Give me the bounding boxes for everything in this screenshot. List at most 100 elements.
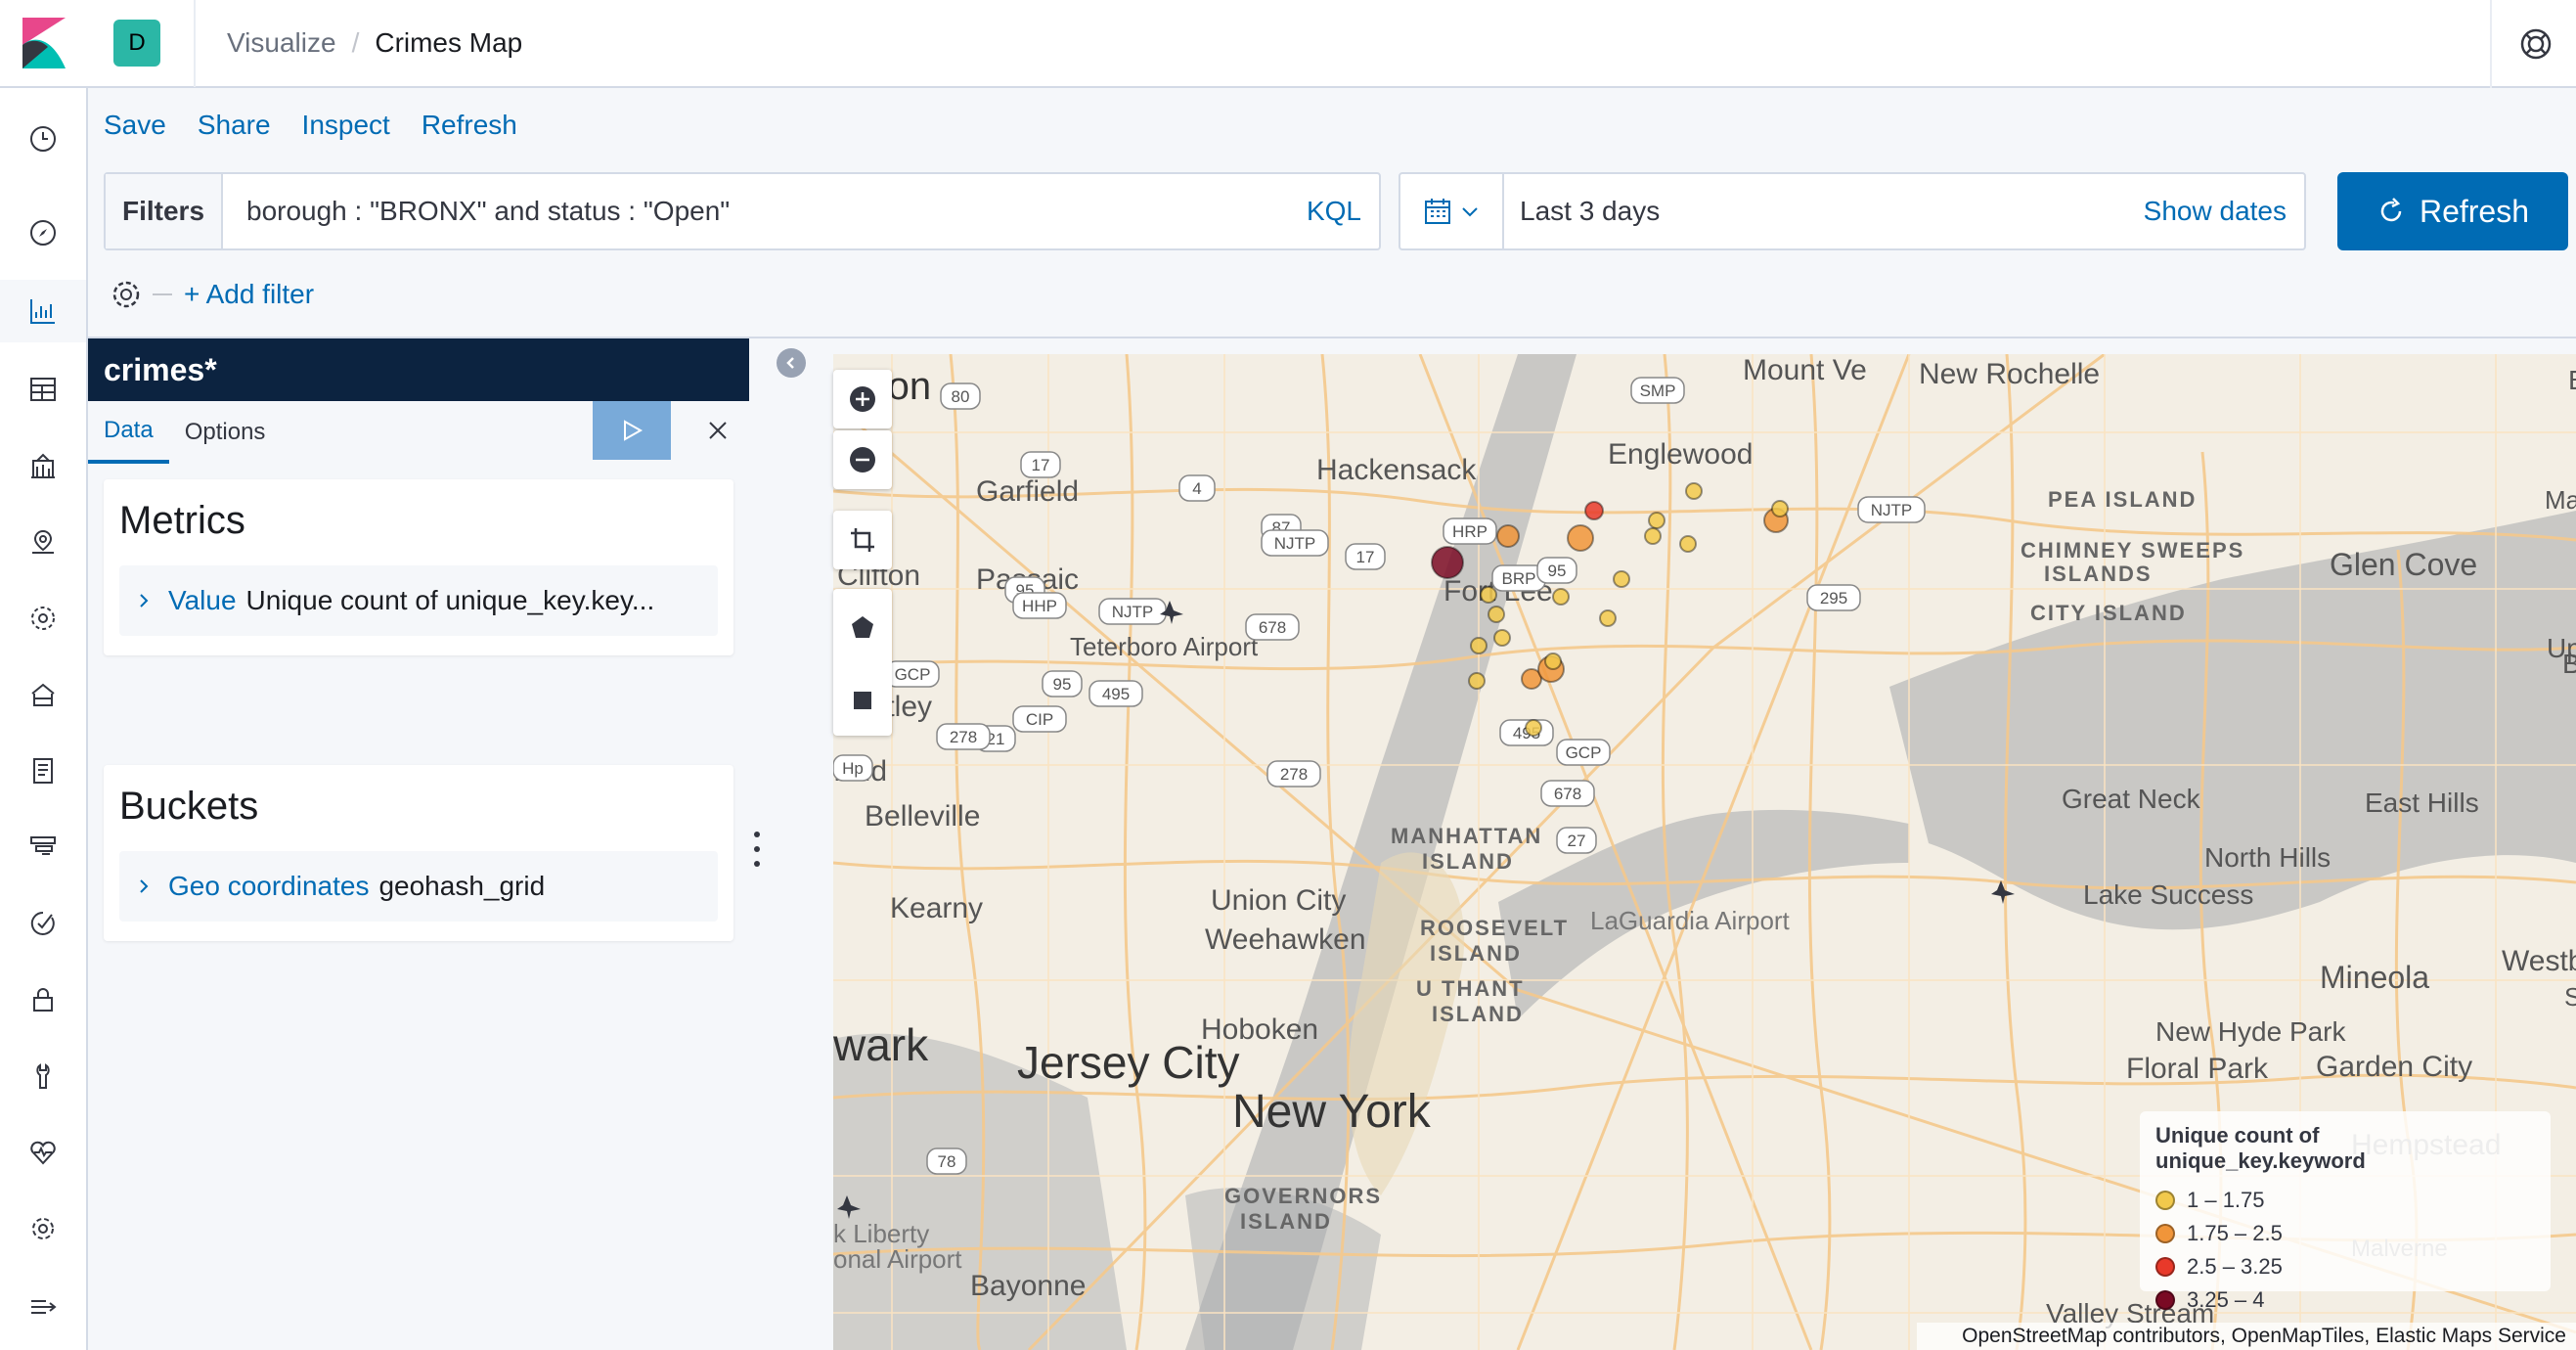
svg-text:495: 495	[1102, 685, 1130, 703]
chevron-right-icon[interactable]	[119, 878, 168, 894]
metrics-panel: Metrics Value Unique count of unique_key…	[104, 479, 733, 655]
legend-label: 1 – 1.75	[2187, 1188, 2265, 1212]
zoom-in-button[interactable]	[833, 370, 892, 428]
tab-options[interactable]: Options	[169, 401, 282, 464]
share-button[interactable]: Share	[198, 110, 271, 141]
geohash-point[interactable]	[1567, 524, 1594, 552]
metric-agg-type: Value	[168, 585, 237, 615]
show-dates-button[interactable]: Show dates	[2144, 196, 2304, 227]
bucket-actions-menu[interactable]	[747, 828, 767, 871]
geohash-point[interactable]	[1544, 652, 1562, 670]
filter-options-button[interactable]	[104, 272, 149, 317]
geohash-point[interactable]	[1584, 501, 1604, 520]
geohash-point[interactable]	[1496, 524, 1520, 548]
nav-logs[interactable]	[0, 740, 86, 802]
nav-recent[interactable]	[0, 108, 86, 170]
metric-agg-description: Unique count of unique_key.key...	[245, 585, 655, 615]
nav-dev-tools[interactable]	[0, 1045, 86, 1107]
nav-management[interactable]	[0, 1197, 86, 1260]
geohash-point[interactable]	[1771, 500, 1789, 518]
canvas-icon	[31, 453, 55, 478]
nav-ml[interactable]	[0, 587, 86, 650]
discard-changes-button[interactable]	[688, 401, 747, 460]
road-shield: 4	[1178, 474, 1216, 502]
nav-discover[interactable]	[0, 202, 86, 264]
index-pattern-title: crimes*	[88, 338, 749, 401]
filter-divider	[153, 293, 172, 295]
kibana-logo[interactable]	[0, 0, 88, 87]
nav-maps[interactable]	[0, 511, 86, 573]
geohash-point[interactable]	[1493, 629, 1511, 647]
place-label: ISLANDS	[2044, 562, 2153, 586]
zoom-in-icon	[850, 386, 875, 412]
chevron-right-icon[interactable]	[119, 593, 168, 608]
geohash-point[interactable]	[1644, 527, 1662, 545]
nav-uptime[interactable]	[0, 892, 86, 955]
nav-infrastructure[interactable]	[0, 663, 86, 726]
inspect-button[interactable]: Inspect	[302, 110, 390, 141]
machine-learning-icon	[31, 607, 55, 630]
geohash-point[interactable]	[1525, 719, 1542, 737]
place-label: U THANT	[1416, 976, 1525, 1001]
svg-text:NJTP: NJTP	[1274, 534, 1316, 553]
geohash-point[interactable]	[1613, 570, 1630, 588]
place-label: Teterboro Airport	[1070, 632, 1259, 661]
bucket-agg-row[interactable]: Geo coordinates geohash_grid	[119, 851, 718, 922]
place-label: Weehawken	[1205, 923, 1366, 956]
refresh-menu-button[interactable]: Refresh	[422, 110, 517, 141]
kql-toggle[interactable]: KQL	[1307, 196, 1379, 227]
fit-bounds-button[interactable]	[833, 511, 892, 569]
tab-data[interactable]: Data	[88, 401, 169, 464]
svg-text:78: 78	[938, 1152, 956, 1171]
refresh-button[interactable]: Refresh	[2337, 172, 2568, 250]
nav-monitoring[interactable]	[0, 1121, 86, 1184]
road-shield: 295	[1806, 584, 1861, 611]
geohash-point[interactable]	[1468, 672, 1486, 690]
geohash-point[interactable]	[1648, 512, 1666, 529]
time-range[interactable]: Last 3 days	[1504, 196, 2144, 227]
geohash-point[interactable]	[1599, 609, 1617, 627]
zoom-out-button[interactable]	[833, 430, 892, 489]
nav-collapse[interactable]	[0, 1276, 86, 1338]
road-shield: 95	[1536, 557, 1577, 584]
geohash-point[interactable]	[1679, 535, 1697, 553]
place-label: ROOSEVELT	[1420, 916, 1569, 940]
map-legend: Unique count of unique_key.keyword 1 – 1…	[2140, 1111, 2551, 1312]
side-navigation	[0, 88, 88, 1350]
place-label: CHIMNEY SWEEPS	[2021, 538, 2244, 562]
space-avatar[interactable]: D	[113, 20, 160, 67]
geohash-point[interactable]	[1552, 588, 1570, 606]
nav-visualize[interactable]	[0, 280, 86, 342]
draw-rectangle-icon[interactable]	[851, 689, 874, 712]
geohash-point[interactable]	[1488, 606, 1505, 623]
save-button[interactable]: Save	[104, 110, 166, 141]
apply-changes-button[interactable]	[593, 401, 671, 460]
svg-text:278: 278	[1280, 765, 1308, 784]
help-button[interactable]	[2513, 22, 2558, 67]
road-shield: HHP	[1012, 592, 1067, 619]
svg-text:95: 95	[1548, 562, 1567, 580]
bucket-agg-description: geohash_grid	[378, 871, 546, 901]
place-label: onal Airport	[833, 1244, 962, 1274]
add-filter-button[interactable]: + Add filter	[184, 279, 314, 310]
draw-polygon-icon[interactable]	[849, 613, 876, 641]
nav-apm[interactable]	[0, 816, 86, 878]
breadcrumb-visualize[interactable]: Visualize	[227, 27, 336, 59]
nav-security[interactable]	[0, 968, 86, 1031]
nav-canvas[interactable]	[0, 434, 86, 497]
geohash-point[interactable]	[1685, 482, 1703, 500]
place-label: Floral Park	[2126, 1053, 2269, 1085]
place-label: LaGuardia Airport	[1590, 906, 1791, 935]
collapse-sidebar-button[interactable]	[777, 348, 806, 378]
nav-dashboard[interactable]	[0, 358, 86, 421]
metric-agg-row[interactable]: Value Unique count of unique_key.key...	[119, 565, 718, 636]
query-input[interactable]: borough : "BRONX" and status : "Open"	[223, 196, 1307, 227]
quick-select-button[interactable]	[1400, 174, 1504, 248]
geohash-point[interactable]	[1480, 586, 1497, 604]
map-attribution[interactable]: OpenStreetMap contributors, OpenMapTiles…	[1917, 1323, 2576, 1350]
infrastructure-icon	[31, 683, 55, 706]
geohash-point[interactable]	[1470, 637, 1488, 654]
compass-icon	[30, 220, 56, 246]
geohash-point[interactable]	[1431, 546, 1464, 579]
place-label: Ba	[2568, 365, 2576, 395]
